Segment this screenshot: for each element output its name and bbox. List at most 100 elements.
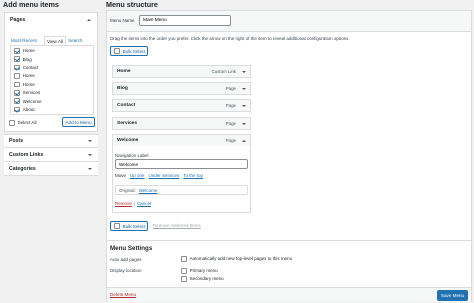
expand-arrow-icon[interactable] bbox=[88, 140, 92, 142]
menu-item-type: Page bbox=[225, 121, 236, 126]
page-label: Blog bbox=[22, 56, 32, 62]
save-menu-button[interactable]: Save Menu bbox=[437, 290, 468, 301]
page-label: Home bbox=[22, 73, 35, 79]
section-posts-label: Posts bbox=[9, 138, 24, 144]
tab-most-recent[interactable]: Most Recent bbox=[11, 38, 37, 43]
page-checkbox[interactable] bbox=[14, 48, 20, 54]
separator: | bbox=[133, 201, 135, 206]
page-checkbox[interactable] bbox=[14, 64, 20, 71]
page-list-item[interactable]: Services bbox=[14, 90, 40, 96]
auto-add-pages-label: Auto add pages bbox=[110, 257, 142, 262]
page-label: Welcome bbox=[22, 98, 42, 104]
page-label: Home bbox=[22, 48, 35, 54]
move-row: Move Up one Under Services To the top bbox=[115, 173, 203, 178]
page-list-item[interactable]: Home bbox=[14, 48, 35, 54]
page-list-item[interactable]: Blog bbox=[14, 56, 32, 62]
delete-menu-link[interactable]: Delete Menu bbox=[110, 292, 136, 297]
toggle-arrow-icon[interactable] bbox=[242, 87, 246, 90]
menu-item[interactable]: Contact Page bbox=[112, 99, 251, 112]
primary-menu-checkbox[interactable] bbox=[181, 268, 187, 274]
display-location-label: Display location bbox=[110, 268, 142, 273]
nav-label-title: Navigation Label bbox=[115, 153, 149, 158]
menu-item-label: Services bbox=[117, 121, 138, 126]
collapse-arrow-icon[interactable] bbox=[87, 19, 91, 21]
secondary-menu-checkbox[interactable] bbox=[181, 276, 187, 282]
move-label: Move bbox=[115, 173, 127, 178]
auto-add-option-label: Automatically add new top-level pages to… bbox=[189, 256, 293, 262]
move-under-services-link[interactable]: Under Services bbox=[149, 173, 180, 178]
remove-selected-items-link[interactable]: Remove Selected Items bbox=[153, 223, 201, 228]
menu-item-type: Page bbox=[225, 103, 236, 108]
move-to-top-link[interactable]: To the top bbox=[183, 173, 203, 178]
nav-label-input[interactable] bbox=[115, 159, 248, 169]
section-posts[interactable]: Posts bbox=[4, 134, 98, 148]
bulk-select-checkbox[interactable] bbox=[114, 48, 120, 54]
pages-heading-label: Pages bbox=[10, 17, 26, 23]
menu-structure-title: Menu structure bbox=[106, 0, 158, 9]
expand-arrow-icon[interactable] bbox=[88, 153, 92, 156]
menu-item[interactable]: Services Page bbox=[112, 117, 251, 130]
original-label: Original: bbox=[119, 187, 136, 193]
tab-search[interactable]: Search bbox=[68, 38, 83, 43]
toggle-arrow-icon[interactable] bbox=[242, 70, 246, 73]
bulk-select-bottom-checkbox[interactable] bbox=[114, 223, 120, 229]
select-all-checkbox[interactable] bbox=[9, 120, 15, 126]
toggle-arrow-icon[interactable] bbox=[242, 139, 246, 142]
page-checkbox[interactable] bbox=[14, 56, 20, 62]
bulk-select-bottom-button[interactable]: Bulk Select bbox=[110, 221, 148, 231]
page-label: Home bbox=[22, 81, 35, 87]
page-label: Contact bbox=[22, 65, 39, 71]
pages-heading[interactable]: Pages bbox=[5, 13, 97, 27]
original-link[interactable]: Welcome bbox=[139, 188, 158, 193]
menu-item[interactable]: Blog Page bbox=[112, 82, 251, 95]
cancel-link[interactable]: Cancel bbox=[137, 201, 151, 206]
bulk-select-label: Bulk Select bbox=[122, 48, 146, 54]
page-list-item[interactable]: Home bbox=[14, 81, 35, 88]
toggle-arrow-icon[interactable] bbox=[242, 122, 246, 125]
page-list-item[interactable]: Welcome bbox=[14, 98, 42, 104]
divider bbox=[107, 240, 471, 241]
original-row: Original: Welcome bbox=[115, 185, 248, 195]
instructions-text: Drag the items into the order you prefer… bbox=[110, 36, 350, 41]
menu-name-label: Menu Name bbox=[110, 18, 135, 23]
page-list-item[interactable]: Home bbox=[14, 73, 35, 79]
tab-view-all[interactable]: View All bbox=[44, 36, 66, 45]
page-list-item[interactable]: Contact bbox=[14, 64, 39, 71]
menu-item-type: Custom Link bbox=[211, 69, 236, 74]
toggle-arrow-icon[interactable] bbox=[242, 104, 246, 107]
location-secondary[interactable]: Secondary menu bbox=[181, 276, 224, 282]
menu-name-input[interactable] bbox=[139, 15, 231, 26]
auto-add-checkbox[interactable] bbox=[181, 256, 187, 262]
section-categories[interactable]: Categories bbox=[4, 162, 98, 176]
page-label: Services bbox=[22, 90, 41, 96]
remove-link[interactable]: Remove bbox=[115, 201, 132, 206]
auto-add-option[interactable]: Automatically add new top-level pages to… bbox=[181, 256, 292, 262]
page-checkbox[interactable] bbox=[14, 73, 20, 79]
select-all-label: Select All bbox=[17, 120, 37, 126]
menu-item-label: Blog bbox=[117, 86, 128, 91]
menu-item-type: Page bbox=[225, 138, 236, 143]
menu-item[interactable]: Home Custom Link bbox=[112, 65, 251, 78]
move-up-one-link[interactable]: Up one bbox=[130, 173, 145, 178]
page-checkbox[interactable] bbox=[14, 90, 20, 96]
section-custom-links[interactable]: Custom Links bbox=[4, 148, 98, 162]
page-checkbox[interactable] bbox=[14, 81, 20, 88]
expand-arrow-icon[interactable] bbox=[88, 167, 92, 170]
bulk-select-bottom-label: Bulk Select bbox=[122, 223, 146, 229]
page-checkbox[interactable] bbox=[14, 106, 20, 113]
menu-item-type: Page bbox=[225, 86, 236, 91]
section-categories-label: Categories bbox=[9, 165, 36, 172]
menu-item-label: Welcome bbox=[117, 138, 139, 143]
bulk-select-button[interactable]: Bulk Select bbox=[110, 46, 148, 56]
secondary-menu-label: Secondary menu bbox=[189, 276, 224, 282]
add-menu-items-title: Add menu items bbox=[3, 0, 59, 9]
location-primary[interactable]: Primary menu bbox=[181, 268, 218, 274]
pages-panel: Pages Most Recent View All Search Home Bl… bbox=[4, 12, 98, 132]
select-all[interactable]: Select All bbox=[9, 120, 37, 126]
page-list-item[interactable]: About bbox=[14, 106, 35, 113]
menu-item-label: Contact bbox=[117, 103, 136, 108]
page-checkbox[interactable] bbox=[14, 98, 20, 104]
add-to-menu-button[interactable]: Add to Menu bbox=[62, 117, 95, 127]
pages-list: Home Blog Contact Home Home Services Welcome Ab… bbox=[10, 45, 94, 115]
primary-menu-label: Primary menu bbox=[189, 268, 218, 274]
